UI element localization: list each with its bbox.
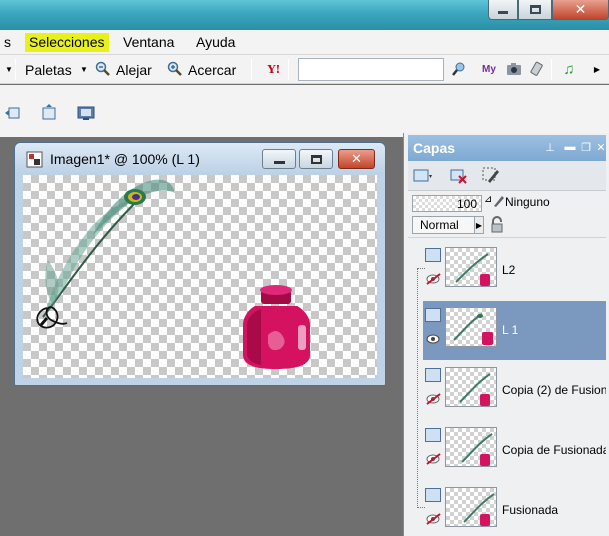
close-icon: ✕ <box>574 1 587 18</box>
image-minimize-button[interactable] <box>262 149 296 169</box>
layer-row[interactable]: L2 <box>423 241 606 300</box>
collapse-icon[interactable]: ▬ <box>563 140 577 154</box>
image-close-button[interactable]: ✕ <box>338 149 375 169</box>
toolbar-secondary <box>0 85 609 137</box>
restore-icon[interactable]: ❐ <box>579 140 593 154</box>
layers-list: L2 L 1 Copia (2) de Fusionada Copia de <box>408 237 606 536</box>
minimize-icon <box>498 11 508 14</box>
fit-window-icon[interactable] <box>40 104 58 122</box>
fullscreen-icon[interactable] <box>77 104 95 122</box>
edit-layer-icon[interactable] <box>480 165 502 187</box>
layer-thumbnail <box>445 247 497 287</box>
image-window-titlebar[interactable]: Imagen1* @ 100% (L 1) ✕ <box>15 143 385 174</box>
layers-panel-title: Capas <box>413 140 456 156</box>
layers-panel-header[interactable]: Capas ⊥ ▬ ❐ ✕ <box>408 135 606 161</box>
mask-label[interactable]: Ninguno <box>505 195 550 209</box>
image-window[interactable]: Imagen1* @ 100% (L 1) ✕ <box>14 142 386 386</box>
layer-name: L 1 <box>502 323 519 337</box>
layer-name: Copia de Fusionada <box>502 443 606 457</box>
new-layer-icon[interactable] <box>412 165 434 187</box>
document-icon <box>26 151 43 168</box>
toolbar-main: ▼ Paletas ▼ Alejar Acercar Y! My ♫ ▶ <box>0 55 609 84</box>
visibility-off-icon[interactable] <box>425 513 442 525</box>
menu-item-partial[interactable]: s <box>0 33 15 52</box>
my-yahoo-icon[interactable]: My <box>480 60 498 78</box>
close-icon: ✕ <box>351 151 362 167</box>
layer-thumbnail <box>445 367 497 407</box>
toolbar-separator <box>288 59 289 80</box>
menu-item-selecciones[interactable]: Selecciones <box>25 33 109 52</box>
layer-row[interactable]: Copia de Fusionada <box>423 421 606 480</box>
delete-layer-icon[interactable] <box>448 165 470 187</box>
layer-type-icon <box>425 248 441 262</box>
toolbar-separator <box>551 59 552 80</box>
arrange-icon[interactable] <box>4 104 22 122</box>
mask-brush-icon[interactable] <box>492 194 506 208</box>
eraser-icon[interactable] <box>528 60 546 78</box>
opacity-field[interactable]: 100 <box>412 195 482 212</box>
close-button[interactable]: ✕ <box>552 0 609 20</box>
search-input[interactable] <box>298 58 444 81</box>
paletas-dropdown-icon[interactable]: ▼ <box>75 60 93 78</box>
camera-icon[interactable] <box>505 60 523 78</box>
yahoo-icon[interactable]: Y! <box>265 60 283 78</box>
opacity-row: 100 ⊿ Ninguno <box>408 193 606 215</box>
menu-item-ventana[interactable]: Ventana <box>119 33 178 52</box>
layer-thumbnail <box>445 427 497 467</box>
minimize-icon <box>273 160 285 164</box>
maximize-icon <box>310 154 322 164</box>
quill-and-ink-artwork <box>36 179 310 369</box>
close-icon[interactable]: ✕ <box>594 140 608 154</box>
acercar-button[interactable]: Acercar <box>188 61 236 79</box>
image-window-title: Imagen1* @ 100% (L 1) <box>50 151 200 167</box>
blend-row: Normal ▶ <box>408 215 606 237</box>
layer-type-icon <box>425 308 441 322</box>
maximize-icon <box>529 5 541 14</box>
chevron-right-icon[interactable]: ▶ <box>588 60 606 78</box>
alejar-button[interactable]: Alejar <box>116 61 152 79</box>
toolbar-separator <box>251 59 252 80</box>
blend-mode-select[interactable]: Normal <box>412 216 478 234</box>
zoom-out-icon[interactable] <box>94 60 112 78</box>
visibility-off-icon[interactable] <box>425 273 442 285</box>
menu-bar: s Selecciones Ventana Ayuda <box>0 30 609 55</box>
layer-type-icon <box>425 488 441 502</box>
search-people-icon[interactable] <box>450 60 468 78</box>
visibility-eye-icon[interactable] <box>425 333 442 345</box>
maximize-button[interactable] <box>518 0 552 20</box>
layer-row[interactable]: Fusionada <box>423 481 606 536</box>
image-maximize-button[interactable] <box>299 149 333 169</box>
layers-toolbar <box>408 161 606 191</box>
zoom-in-icon[interactable] <box>166 60 184 78</box>
pin-icon[interactable]: ⊥ <box>543 140 557 154</box>
lock-icon[interactable] <box>489 216 505 234</box>
paletas-button[interactable]: Paletas <box>25 61 72 79</box>
layer-name: L2 <box>502 263 516 277</box>
layer-thumbnail <box>445 487 497 527</box>
blend-dropdown-icon[interactable]: ▶ <box>474 216 484 234</box>
layer-name: Copia (2) de Fusionada <box>502 383 606 397</box>
menu-item-ayuda[interactable]: Ayuda <box>192 33 239 52</box>
music-icon[interactable]: ♫ <box>560 60 578 78</box>
image-canvas[interactable] <box>23 175 377 378</box>
layer-name: Fusionada <box>502 503 559 517</box>
opacity-value: 100 <box>456 197 477 211</box>
minimize-button[interactable] <box>488 0 518 20</box>
layer-thumbnail <box>445 307 497 347</box>
layer-row-selected[interactable]: L 1 <box>423 301 606 360</box>
layers-panel: Capas ⊥ ▬ ❐ ✕ 100 ⊿ Ninguno Normal ▶ L2 … <box>403 133 609 536</box>
visibility-off-icon[interactable] <box>425 393 442 405</box>
layer-type-icon <box>425 428 441 442</box>
layer-row[interactable]: Copia (2) de Fusionada <box>423 361 606 420</box>
toolbar-separator <box>15 59 16 80</box>
layer-type-icon <box>425 368 441 382</box>
visibility-off-icon[interactable] <box>425 453 442 465</box>
